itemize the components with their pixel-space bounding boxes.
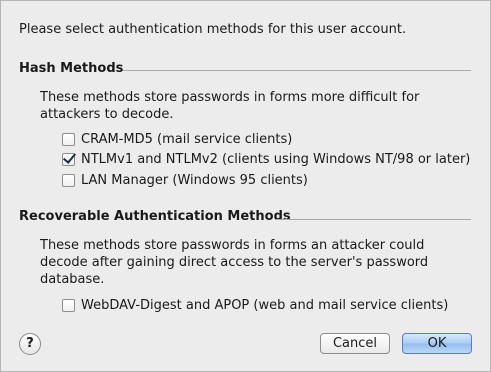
ok-button[interactable]: OK (402, 333, 472, 354)
hash-methods-description: These methods store passwords in forms m… (40, 90, 420, 122)
lan-manager-label[interactable]: LAN Manager (Windows 95 clients) (81, 173, 308, 188)
help-button[interactable]: ? (19, 333, 41, 355)
hash-methods-divider (123, 70, 471, 71)
lan-manager-checkbox[interactable] (62, 174, 75, 187)
ntlm-option[interactable]: NTLMv1 and NTLMv2 (clients using Windows… (62, 152, 470, 167)
recoverable-methods-title: Recoverable Authentication Methods (19, 209, 291, 224)
recoverable-methods-divider (276, 219, 471, 220)
ntlm-checkbox[interactable] (62, 153, 75, 166)
recoverable-methods-description: These methods store passwords in forms a… (40, 238, 429, 287)
webdav-option[interactable]: WebDAV-Digest and APOP (web and mail ser… (62, 298, 448, 313)
intro-text: Please select authentication methods for… (19, 22, 407, 37)
cram-md5-option[interactable]: CRAM-MD5 (mail service clients) (62, 132, 292, 147)
lan-manager-option[interactable]: LAN Manager (Windows 95 clients) (62, 173, 308, 188)
cram-md5-label[interactable]: CRAM-MD5 (mail service clients) (81, 132, 292, 147)
hash-methods-title: Hash Methods (19, 61, 124, 76)
webdav-label[interactable]: WebDAV-Digest and APOP (web and mail ser… (81, 298, 448, 313)
cram-md5-checkbox[interactable] (62, 133, 75, 146)
ntlm-label[interactable]: NTLMv1 and NTLMv2 (clients using Windows… (81, 152, 470, 167)
cancel-button[interactable]: Cancel (320, 333, 390, 354)
webdav-checkbox[interactable] (62, 299, 75, 312)
